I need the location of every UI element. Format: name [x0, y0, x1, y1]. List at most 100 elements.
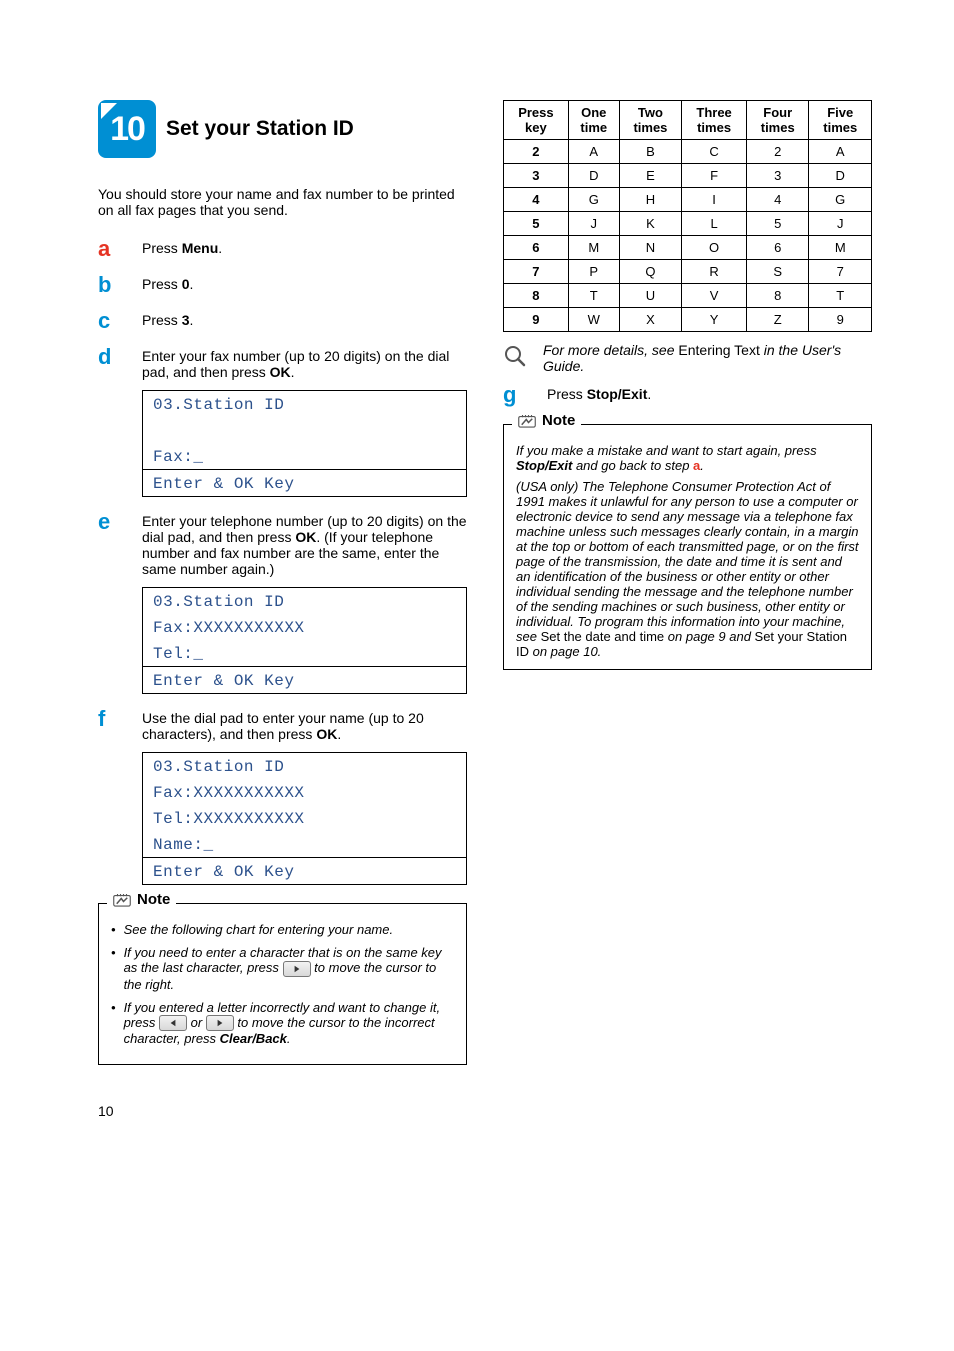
substep-letter-a: a — [98, 238, 122, 260]
note-tab: Note — [512, 412, 581, 429]
lcd-display-3: 03.Station ID Fax:XXXXXXXXXXX Tel:XXXXXX… — [142, 752, 467, 885]
lcd-line: Enter & OK Key — [143, 857, 466, 885]
lcd-line: Name:_ — [143, 831, 466, 857]
note-label: Note — [137, 891, 170, 908]
table-cell: 3 — [746, 164, 808, 188]
substep-e: Enter your telephone number (up to 20 di… — [142, 511, 467, 577]
table-cell: 8 — [746, 284, 808, 308]
table-cell: D — [568, 164, 619, 188]
table-row: 2ABC2A — [504, 140, 872, 164]
lcd-display-2: 03.Station ID Fax:XXXXXXXXXXX Tel:_ Ente… — [142, 587, 467, 694]
note-icon — [518, 414, 536, 428]
right-arrow-key-icon — [206, 1015, 234, 1031]
lcd-line: Fax:XXXXXXXXXXX — [143, 614, 466, 640]
table-cell: F — [682, 164, 747, 188]
substep-letter-e: e — [98, 511, 122, 533]
lcd-line: Tel:XXXXXXXXXXX — [143, 805, 466, 831]
substep-letter-c: c — [98, 310, 122, 332]
step-badge: 10 — [98, 100, 156, 158]
substep-a: Press Menu. — [142, 238, 467, 256]
table-cell: U — [619, 284, 681, 308]
right-arrow-key-icon — [283, 961, 311, 977]
info-text: For more details, see Entering Text in t… — [543, 342, 872, 374]
table-row: 4GHI4G — [504, 188, 872, 212]
substep-letter-g: g — [503, 384, 527, 406]
step-header: 10 Set your Station ID — [98, 100, 467, 158]
substep-g: Press Stop/Exit. — [547, 384, 872, 402]
intro-text: You should store your name and fax numbe… — [98, 186, 467, 218]
lcd-line — [143, 417, 466, 443]
table-cell: O — [682, 236, 747, 260]
table-cell: 9 — [504, 308, 569, 332]
table-cell: 4 — [746, 188, 808, 212]
table-cell: D — [809, 164, 872, 188]
table-cell: R — [682, 260, 747, 284]
table-cell: J — [809, 212, 872, 236]
table-cell: E — [619, 164, 681, 188]
table-cell: I — [682, 188, 747, 212]
table-header: Threetimes — [682, 101, 747, 140]
table-cell: T — [568, 284, 619, 308]
table-cell: S — [746, 260, 808, 284]
table-row: 7PQRS7 — [504, 260, 872, 284]
table-cell: B — [619, 140, 681, 164]
table-row: 9WXYZ9 — [504, 308, 872, 332]
right-column: PresskeyOnetimeTwotimesThreetimesFourtim… — [503, 100, 872, 1073]
substep-letter-d: d — [98, 346, 122, 368]
table-cell: G — [809, 188, 872, 212]
table-cell: A — [568, 140, 619, 164]
table-row: 5JKL5J — [504, 212, 872, 236]
note1-li2: • If you need to enter a character that … — [111, 945, 454, 992]
table-cell: 6 — [504, 236, 569, 260]
lcd-line: 03.Station ID — [143, 391, 466, 417]
lcd-line: Fax:_ — [143, 443, 466, 469]
note1-li3: • If you entered a letter incorrectly an… — [111, 1000, 454, 1047]
magnifier-icon — [503, 342, 527, 374]
table-cell: 2 — [746, 140, 808, 164]
table-cell: A — [809, 140, 872, 164]
lcd-line: Enter & OK Key — [143, 666, 466, 694]
note-box-1: Note •See the following chart for enteri… — [98, 903, 467, 1065]
lcd-display-1: 03.Station ID Fax:_ Enter & OK Key — [142, 390, 467, 497]
note-icon — [113, 893, 131, 907]
table-cell: 5 — [504, 212, 569, 236]
table-row: 8TUV8T — [504, 284, 872, 308]
table-cell: 4 — [504, 188, 569, 212]
left-column: 10 Set your Station ID You should store … — [98, 100, 467, 1073]
table-cell: Z — [746, 308, 808, 332]
table-cell: 5 — [746, 212, 808, 236]
lcd-line: Tel:_ — [143, 640, 466, 666]
lcd-line: Enter & OK Key — [143, 469, 466, 497]
table-cell: V — [682, 284, 747, 308]
table-cell: 2 — [504, 140, 569, 164]
note2-p2: (USA only) The Telephone Consumer Protec… — [516, 479, 859, 659]
page-number: 10 — [0, 1093, 954, 1149]
table-header: Twotimes — [619, 101, 681, 140]
info-row: For more details, see Entering Text in t… — [503, 342, 872, 374]
table-cell: 7 — [809, 260, 872, 284]
table-cell: 8 — [504, 284, 569, 308]
substep-letter-f: f — [98, 708, 122, 730]
left-arrow-key-icon — [159, 1015, 187, 1031]
table-cell: 9 — [809, 308, 872, 332]
substep-c: Press 3. — [142, 310, 467, 328]
table-cell: W — [568, 308, 619, 332]
note-tab: Note — [107, 891, 176, 908]
table-row: 6MNO6M — [504, 236, 872, 260]
table-header: Fivetimes — [809, 101, 872, 140]
table-cell: H — [619, 188, 681, 212]
lcd-line: 03.Station ID — [143, 588, 466, 614]
table-cell: 3 — [504, 164, 569, 188]
lcd-line: 03.Station ID — [143, 753, 466, 779]
table-cell: T — [809, 284, 872, 308]
table-cell: C — [682, 140, 747, 164]
substep-d: Enter your fax number (up to 20 digits) … — [142, 346, 467, 380]
table-cell: Q — [619, 260, 681, 284]
table-cell: L — [682, 212, 747, 236]
note2-p1: If you make a mistake and want to start … — [516, 443, 859, 473]
table-cell: 6 — [746, 236, 808, 260]
note1-li1: •See the following chart for entering yo… — [111, 922, 454, 937]
table-header: Fourtimes — [746, 101, 808, 140]
table-cell: X — [619, 308, 681, 332]
table-row: 3DEF3D — [504, 164, 872, 188]
